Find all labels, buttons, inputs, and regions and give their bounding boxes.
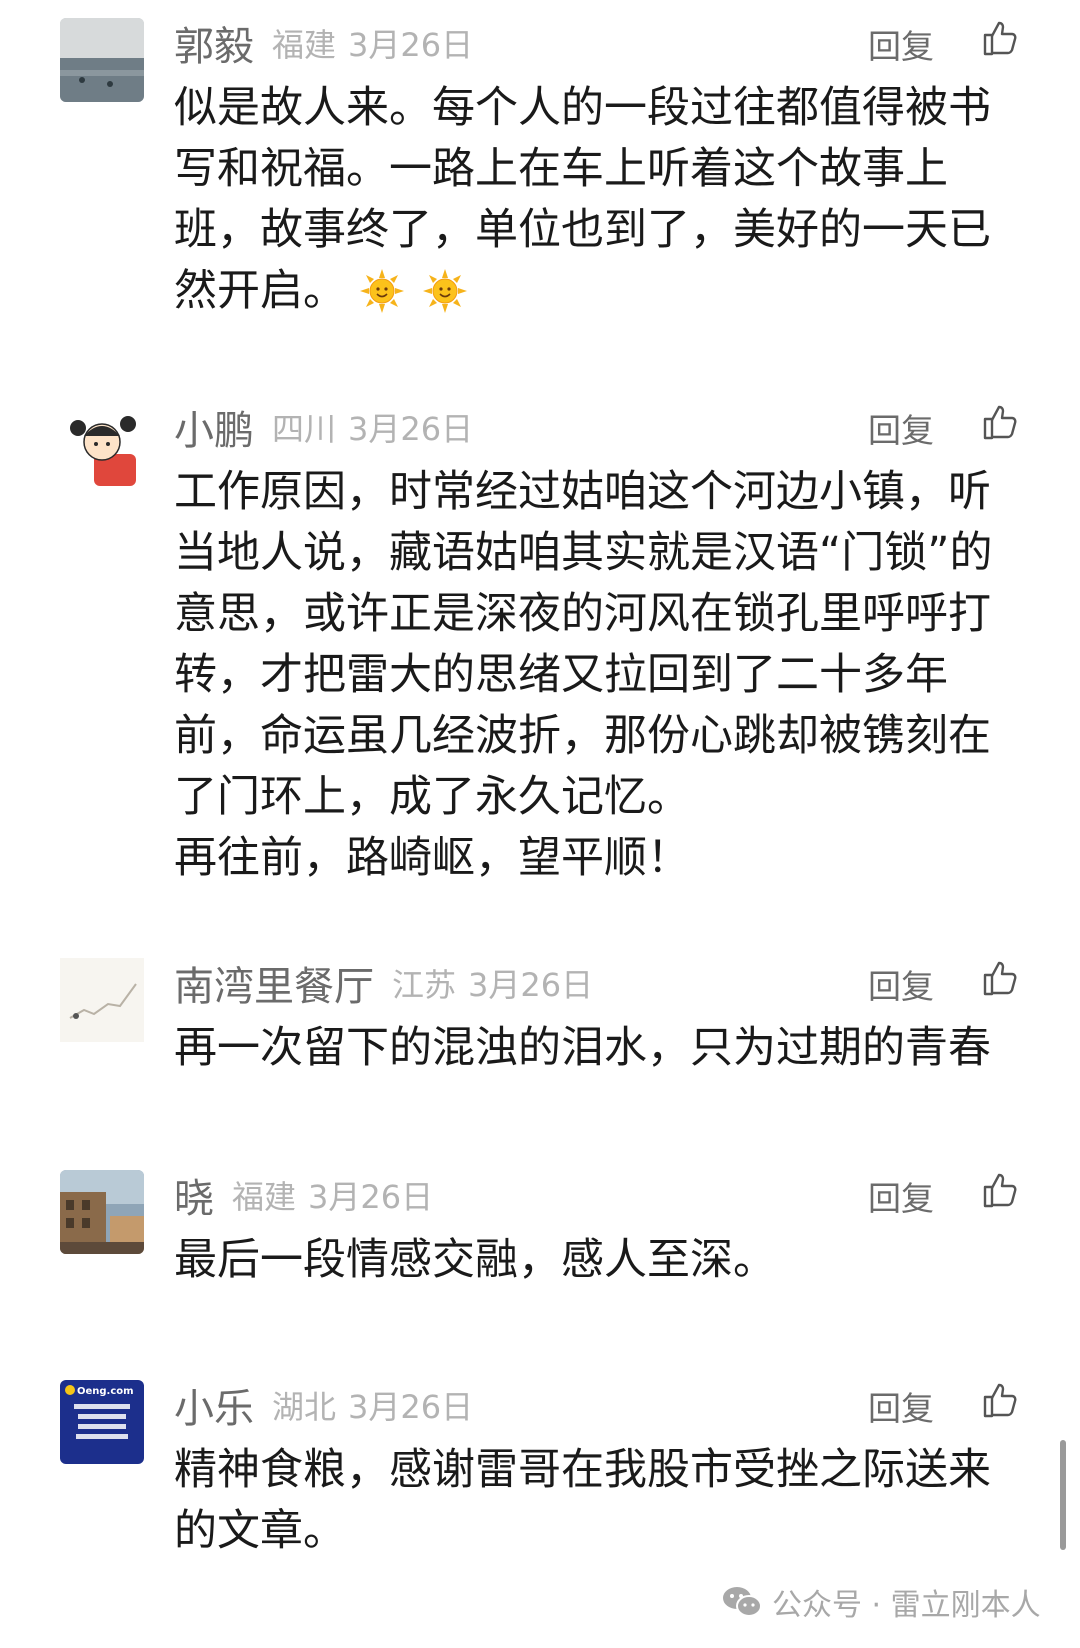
- reply-button[interactable]: 回复: [868, 404, 934, 452]
- commenter-name[interactable]: 小鹏: [174, 398, 254, 456]
- comment-meta: 郭毅 福建 3月26日: [174, 18, 485, 70]
- comment-date: 3月26日: [348, 26, 474, 64]
- comment-item: 小鹏 四川 3月26日 回复 工作原因，时常经过姑咱这个河边小镇，听 当地人说，…: [0, 402, 1080, 883]
- avatar[interactable]: Oeng.com: [60, 1380, 144, 1464]
- sun-emoji: [359, 269, 404, 313]
- comment-text: 工作原因，时常经过姑咱这个河边小镇，听 当地人说，藏语姑咱其实就是汉语“门锁”的…: [174, 467, 993, 883]
- thumbs-up-icon[interactable]: [980, 1380, 1020, 1420]
- sun-emoji: [423, 269, 468, 313]
- comment-meta: 晓 福建 3月26日: [174, 1170, 445, 1222]
- avatar[interactable]: [60, 958, 144, 1042]
- avatar[interactable]: [60, 1170, 144, 1254]
- thumbs-up-icon[interactable]: [980, 958, 1020, 998]
- scrollbar[interactable]: [1060, 1440, 1066, 1550]
- commenter-name[interactable]: 晓: [174, 1166, 214, 1224]
- thumbs-up-icon[interactable]: [980, 1170, 1020, 1210]
- avatar[interactable]: [60, 402, 144, 486]
- commenter-region: 湖北: [272, 1388, 337, 1426]
- comment-text: 似是故人来。每个人的一段过往都值得被书 写和祝福。一路上在车上听着这个故事上 班…: [174, 83, 991, 316]
- commenter-region: 福建: [232, 1178, 297, 1216]
- reply-button[interactable]: 回复: [868, 1172, 934, 1220]
- commenter-region: 四川: [272, 410, 337, 448]
- comment-text: 精神食粮，感谢雷哥在我股市受挫之际送来 的文章。: [174, 1445, 991, 1556]
- reply-button[interactable]: 回复: [868, 1382, 934, 1430]
- comment-text: 再一次留下的混浊的泪水，只为过期的青春: [174, 1023, 991, 1073]
- watermark-text: 公众号 · 雷立刚本人: [772, 1588, 1041, 1623]
- reply-button[interactable]: 回复: [868, 20, 934, 68]
- comment-text: 最后一段情感交融，感人至深。: [174, 1235, 776, 1285]
- avatar[interactable]: [60, 18, 144, 102]
- comment-item: 郭毅 福建 3月26日 回复 似是故人来。每个人的一段过往都值得被书 写和祝福。…: [0, 18, 1080, 318]
- comment-date: 3月26日: [348, 1388, 474, 1426]
- comment-date: 3月26日: [468, 966, 594, 1004]
- comment-meta: 小鹏 四川 3月26日: [174, 402, 485, 454]
- comment-date: 3月26日: [348, 410, 474, 448]
- commenter-name[interactable]: 郭毅: [174, 14, 254, 72]
- comment-item: 晓 福建 3月26日 回复 最后一段情感交融，感人至深。: [0, 1170, 1080, 1290]
- wechat-icon: [723, 1587, 762, 1617]
- comment-date: 3月26日: [308, 1178, 434, 1216]
- reply-button[interactable]: 回复: [868, 960, 934, 1008]
- commenter-name[interactable]: 南湾里餐厅: [174, 954, 374, 1012]
- commenter-name[interactable]: 小乐: [174, 1376, 254, 1434]
- commenter-region: 福建: [272, 26, 337, 64]
- comment-meta: 南湾里餐厅 江苏 3月26日: [174, 958, 605, 1010]
- comment-item: 南湾里餐厅 江苏 3月26日 回复 再一次留下的混浊的泪水，只为过期的青春: [0, 958, 1080, 1078]
- comment-meta: 小乐 湖北 3月26日: [174, 1380, 485, 1432]
- thumbs-up-icon[interactable]: [980, 402, 1020, 442]
- thumbs-up-icon[interactable]: [980, 18, 1020, 58]
- commenter-region: 江苏: [392, 966, 457, 1004]
- avatar-logo-text: Oeng.com: [77, 1386, 134, 1397]
- comment-item: Oeng.com 小乐 湖北 3月26日 回复 精神食粮，感谢雷哥在我股市受挫之…: [0, 1380, 1080, 1580]
- watermark: 公众号 · 雷立刚本人: [722, 1580, 1041, 1624]
